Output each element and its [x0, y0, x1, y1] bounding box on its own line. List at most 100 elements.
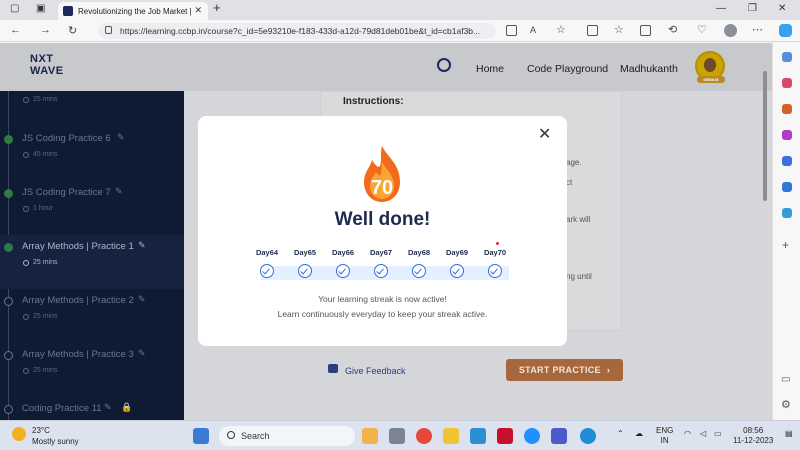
streak-hint: Learn continuously everyday to keep your… [277, 309, 488, 319]
page-scrollbar[interactable] [762, 71, 768, 401]
file-explorer-icon[interactable] [443, 428, 459, 444]
favicon-icon [63, 6, 73, 16]
split-screen-icon[interactable] [587, 25, 598, 36]
check-circle-icon [260, 264, 274, 278]
instruction-text: ng until [566, 272, 592, 281]
shopping-icon[interactable] [782, 104, 792, 114]
history-icon[interactable]: ⟲ [668, 23, 677, 36]
sidebar-item-coding-practice-11[interactable]: Coding Practice 11 ✎ 🔒 [0, 397, 184, 420]
language-indicator[interactable]: ENG IN [656, 426, 673, 446]
mcafee-icon[interactable] [497, 428, 513, 444]
course-sidebar: 25 mins JS Coding Practice 6 ✎ 45 mins J… [0, 91, 184, 420]
taskbar-search[interactable]: Search [219, 426, 355, 446]
sidebar-item-array-methods-practice-1[interactable]: Array Methods | Practice 1 ✎ 25 mins [0, 235, 184, 289]
chevron-right-icon: › [606, 365, 611, 375]
check-circle-icon [450, 264, 464, 278]
close-tab-icon[interactable]: ✕ [194, 5, 202, 16]
edge-icon[interactable] [580, 428, 596, 444]
check-circle-icon [298, 264, 312, 278]
bell-icon[interactable] [782, 52, 792, 62]
sidebar-item-js-coding-practice-6[interactable]: JS Coding Practice 6 ✎ 45 mins [0, 127, 184, 181]
pending-circle-icon [4, 351, 13, 360]
outlook-icon[interactable] [782, 182, 792, 192]
url-text: https://learning.ccbp.in/course?c_id=5e9… [120, 26, 481, 36]
check-circle-icon [488, 264, 502, 278]
weather-sun-icon[interactable] [12, 427, 26, 441]
heart-icon[interactable]: ♡ [697, 23, 707, 36]
new-tab-icon[interactable]: + [213, 0, 221, 15]
apps-icon[interactable] [506, 25, 517, 36]
clock[interactable]: 08:56 11-12-2023 [733, 426, 773, 446]
settings-gear-icon[interactable]: ⚙ [781, 398, 791, 411]
tools-icon[interactable] [782, 130, 792, 140]
sidebar-item-array-methods-practice-3[interactable]: Array Methods | Practice 3 ✎ 25 mins [0, 343, 184, 397]
nxtwave-logo[interactable]: NXT WAVE [30, 53, 82, 81]
forward-icon[interactable]: → [40, 24, 51, 36]
read-aloud-icon[interactable]: A [530, 25, 536, 35]
volume-icon[interactable]: ◁ [700, 429, 706, 439]
timer-icon[interactable] [437, 58, 451, 72]
edit-pencil-icon[interactable]: ✎ [138, 294, 146, 305]
edit-pencil-icon[interactable]: ✎ [104, 402, 112, 413]
minimize-icon[interactable]: — [716, 3, 726, 14]
notifications-icon[interactable]: ▤ [785, 429, 793, 439]
chrome-icon[interactable] [416, 428, 432, 444]
edit-pencil-icon[interactable]: ✎ [138, 348, 146, 359]
user-name[interactable]: Madhukanth [620, 63, 678, 75]
start-practice-button[interactable]: START PRACTICE › [506, 359, 623, 381]
clock-icon [23, 152, 29, 158]
close-icon[interactable]: ✕ [538, 127, 551, 143]
start-menu-icon[interactable] [193, 428, 209, 444]
streak-message: Your learning streak is now active! [318, 294, 447, 304]
onedrive-icon[interactable]: ☁ [635, 429, 643, 439]
more-menu-icon[interactable]: ⋯ [752, 23, 763, 36]
address-bar-row: ← → ↻ https://learning.ccbp.in/course?c_… [0, 20, 800, 42]
back-icon[interactable]: ← [10, 24, 21, 36]
layout-icon[interactable]: ▭ [781, 374, 790, 385]
collections-icon[interactable] [640, 25, 651, 36]
weather-temperature[interactable]: 23°C [32, 426, 50, 435]
games-icon[interactable] [782, 156, 792, 166]
account-icon[interactable] [724, 24, 737, 37]
edit-pencil-icon[interactable]: ✎ [115, 186, 123, 197]
item-title: JS Coding Practice 7 [22, 187, 111, 198]
store-icon[interactable] [470, 428, 486, 444]
well-done-heading: Well done! [334, 209, 431, 230]
sidebar-item-array-methods-practice-2[interactable]: Array Methods | Practice 2 ✎ 25 mins [0, 289, 184, 343]
task-view-icon[interactable] [389, 428, 405, 444]
item-title: JS Coding Practice 6 [22, 133, 111, 144]
give-feedback-link[interactable]: Give Feedback [345, 366, 406, 376]
edge-sidebar: + ▭ ⚙ [772, 42, 800, 420]
cortana-icon[interactable] [524, 428, 540, 444]
check-circle-icon [374, 264, 388, 278]
browser-tab[interactable]: Revolutionizing the Job Market | ✕ [58, 2, 208, 20]
edit-pencil-icon[interactable]: ✎ [117, 132, 125, 143]
copilot-taskbar-icon[interactable] [362, 428, 378, 444]
add-icon[interactable]: + [782, 238, 789, 252]
drop-icon[interactable] [782, 208, 792, 218]
copilot-icon[interactable] [779, 24, 792, 37]
close-window-icon[interactable]: ✕ [778, 3, 786, 14]
favorite-star-icon[interactable]: ☆ [556, 23, 566, 36]
edit-pencil-icon[interactable]: ✎ [138, 240, 146, 251]
clock-icon [23, 260, 29, 266]
favorites-icon[interactable]: ☆ [614, 23, 624, 36]
nav-home[interactable]: Home [476, 63, 504, 75]
streak-day: Day70 [476, 248, 514, 278]
chevron-up-icon[interactable]: ⌃ [617, 429, 624, 439]
refresh-icon[interactable]: ↻ [68, 24, 77, 37]
wifi-icon[interactable]: ◠ [684, 429, 691, 439]
completed-check-icon [4, 243, 13, 252]
sidebar-item-js-coding-practice-7[interactable]: JS Coding Practice 7 ✎ 1 hour [0, 181, 184, 235]
instruction-text: ark will [566, 215, 591, 224]
maximize-icon[interactable]: ❐ [748, 3, 757, 14]
profile-icon[interactable]: ▢ [10, 3, 19, 14]
nav-code-playground[interactable]: Code Playground [527, 63, 608, 75]
item-duration: 25 mins [33, 313, 58, 320]
search-sidebar-icon[interactable] [782, 78, 792, 88]
url-field[interactable]: https://learning.ccbp.in/course?c_id=5e9… [98, 23, 496, 39]
weather-description[interactable]: Mostly sunny [32, 437, 79, 446]
teams-icon[interactable] [551, 428, 567, 444]
tab-actions-icon[interactable]: ▣ [36, 3, 45, 14]
battery-icon[interactable]: ▭ [714, 429, 722, 439]
